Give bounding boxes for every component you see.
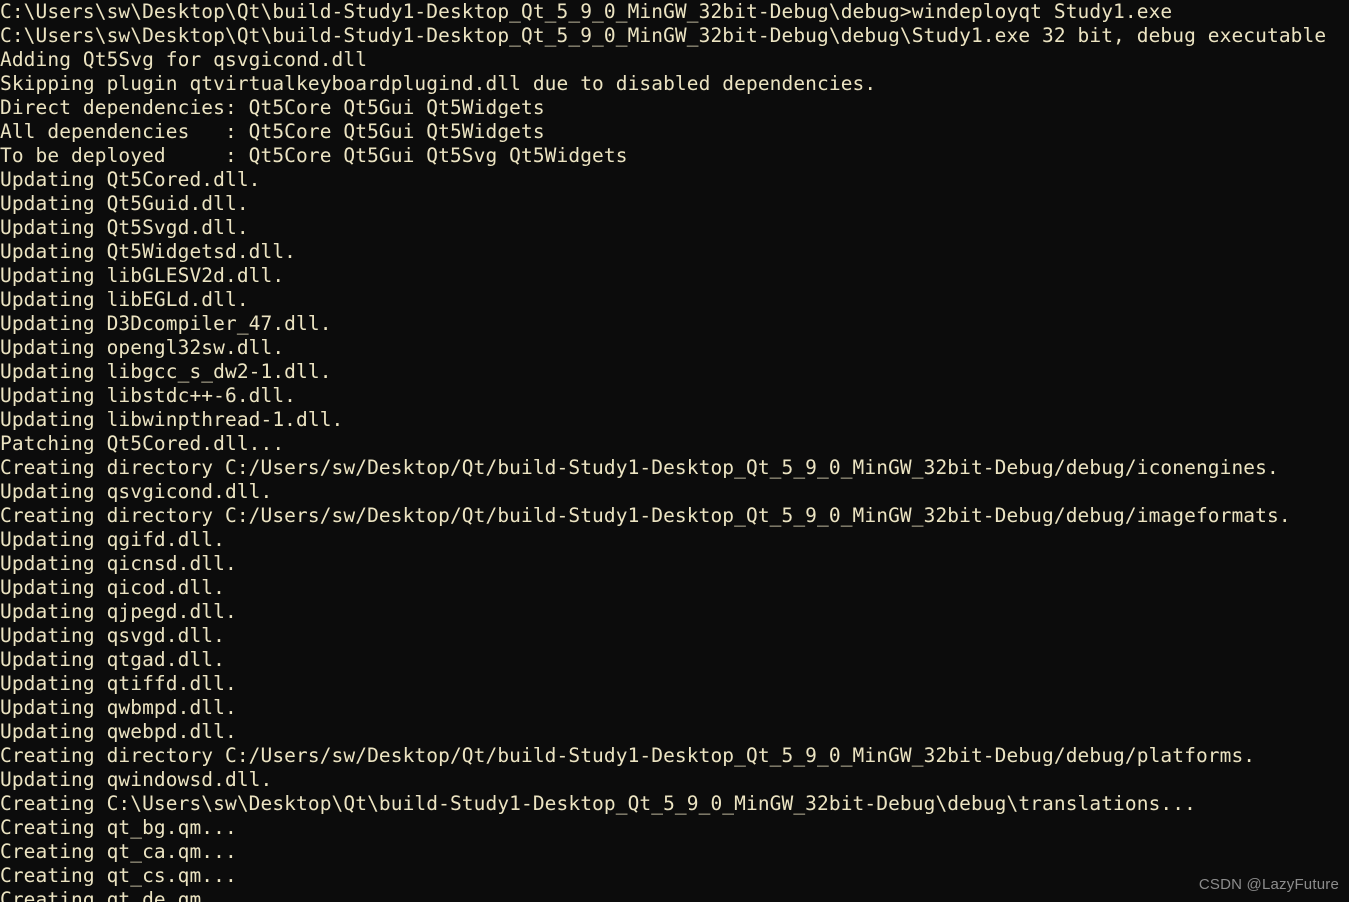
- console-line: Creating qt_ca.qm...: [0, 840, 237, 863]
- console-line: Updating qicnsd.dll.: [0, 552, 237, 575]
- console-output[interactable]: C:\Users\sw\Desktop\Qt\build-Study1-Desk…: [0, 0, 1349, 902]
- console-line: Creating qt_cs.qm...: [0, 864, 237, 887]
- console-line: Creating directory C:/Users/sw/Desktop/Q…: [0, 456, 1279, 479]
- console-line: Updating libstdc++-6.dll.: [0, 384, 297, 407]
- console-line: Direct dependencies: Qt5Core Qt5Gui Qt5W…: [0, 96, 545, 119]
- console-line: Updating qwebpd.dll.: [0, 720, 237, 743]
- console-line: Updating Qt5Svgd.dll.: [0, 216, 249, 239]
- console-line: Updating qgifd.dll.: [0, 528, 225, 551]
- console-line: Updating libEGLd.dll.: [0, 288, 249, 311]
- console-line: Creating C:\Users\sw\Desktop\Qt\build-St…: [0, 792, 1196, 815]
- console-line: Creating directory C:/Users/sw/Desktop/Q…: [0, 504, 1291, 527]
- console-line: Updating libgcc_s_dw2-1.dll.: [0, 360, 332, 383]
- console-line: Updating libGLESV2d.dll.: [0, 264, 285, 287]
- terminal-window[interactable]: C:\Users\sw\Desktop\Qt\build-Study1-Desk…: [0, 0, 1349, 902]
- csdn-watermark: CSDN @LazyFuture: [1198, 876, 1339, 893]
- console-line: Updating qtiffd.dll.: [0, 672, 237, 695]
- console-line: Adding Qt5Svg for qsvgicond.dll: [0, 48, 368, 71]
- console-line: Updating Qt5Guid.dll.: [0, 192, 249, 215]
- console-line: All dependencies : Qt5Core Qt5Gui Qt5Wid…: [0, 120, 545, 143]
- console-line: Creating qt_bg.qm...: [0, 816, 237, 839]
- console-line: C:\Users\sw\Desktop\Qt\build-Study1-Desk…: [0, 24, 1327, 47]
- console-line: Creating directory C:/Users/sw/Desktop/Q…: [0, 744, 1256, 767]
- console-line: Updating Qt5Widgetsd.dll.: [0, 240, 297, 263]
- console-line: Updating Qt5Cored.dll.: [0, 168, 261, 191]
- console-line: C:\Users\sw\Desktop\Qt\build-Study1-Desk…: [0, 0, 1173, 23]
- console-line: Updating libwinpthread-1.dll.: [0, 408, 344, 431]
- console-line: Updating qtgad.dll.: [0, 648, 225, 671]
- console-line: Updating qsvgd.dll.: [0, 624, 225, 647]
- console-line: Updating qwbmpd.dll.: [0, 696, 237, 719]
- console-line: To be deployed : Qt5Core Qt5Gui Qt5Svg Q…: [0, 144, 628, 167]
- console-line: Patching Qt5Cored.dll...: [0, 432, 285, 455]
- console-line: Updating opengl32sw.dll.: [0, 336, 285, 359]
- console-line: Creating qt_de.qm: [0, 888, 202, 902]
- console-line: Updating qjpegd.dll.: [0, 600, 237, 623]
- console-line: Skipping plugin qtvirtualkeyboardplugind…: [0, 72, 877, 95]
- console-line: Updating qsvgicond.dll.: [0, 480, 273, 503]
- console-line: Updating qwindowsd.dll.: [0, 768, 273, 791]
- console-line: Updating D3Dcompiler_47.dll.: [0, 312, 332, 335]
- console-line: Updating qicod.dll.: [0, 576, 225, 599]
